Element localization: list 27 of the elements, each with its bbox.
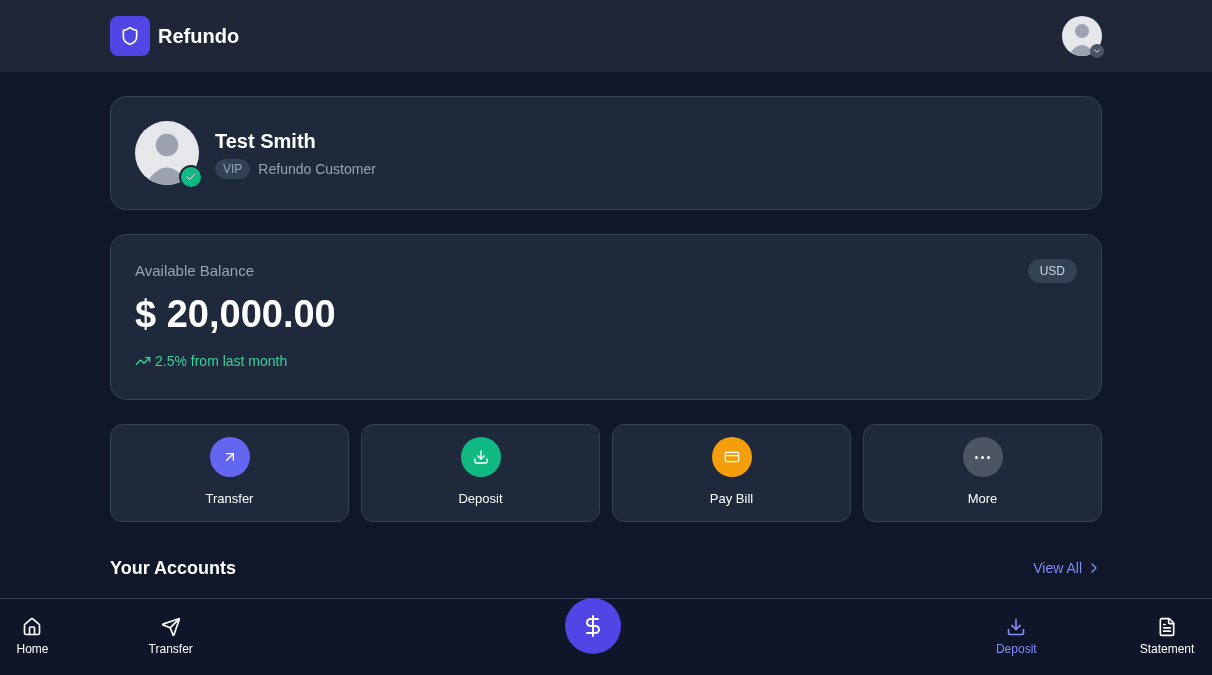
action-button[interactable]: More [863,424,1102,522]
brand-name: Refundo [158,24,240,49]
home-icon [22,617,43,637]
more-icon [975,455,990,459]
customer-label: Refundo Customer [258,160,376,179]
action-button[interactable]: Deposit [361,424,600,522]
vip-badge: VIP [215,159,251,179]
balance-amount: $ 20,000.00 [135,292,337,337]
download-icon [472,449,489,466]
view-all-link[interactable]: View All [1033,558,1102,578]
section-heading: Your Accounts [110,557,236,580]
profile-avatar-button[interactable] [1062,16,1102,56]
user-name: Test Smith [215,129,317,154]
download-icon [1006,617,1027,637]
balance-change: 2.5% from last month [155,351,288,371]
nav-tab[interactable]: Transfer [148,617,193,657]
action-button[interactable]: Pay Bill [612,424,851,522]
paper-plane-icon [160,617,181,637]
nav-tab[interactable]: Home [16,617,49,657]
currency-badge: USD [1027,259,1077,283]
nav-tab[interactable]: Deposit [995,617,1037,657]
action-button[interactable]: Transfer [110,424,349,522]
balance-label: Available Balance [135,260,254,281]
nav-tab[interactable]: Statement [1139,617,1195,657]
shield-logo-icon [110,16,150,56]
avatar-placeholder [1062,16,1102,56]
chevron-down-icon [1090,44,1104,58]
